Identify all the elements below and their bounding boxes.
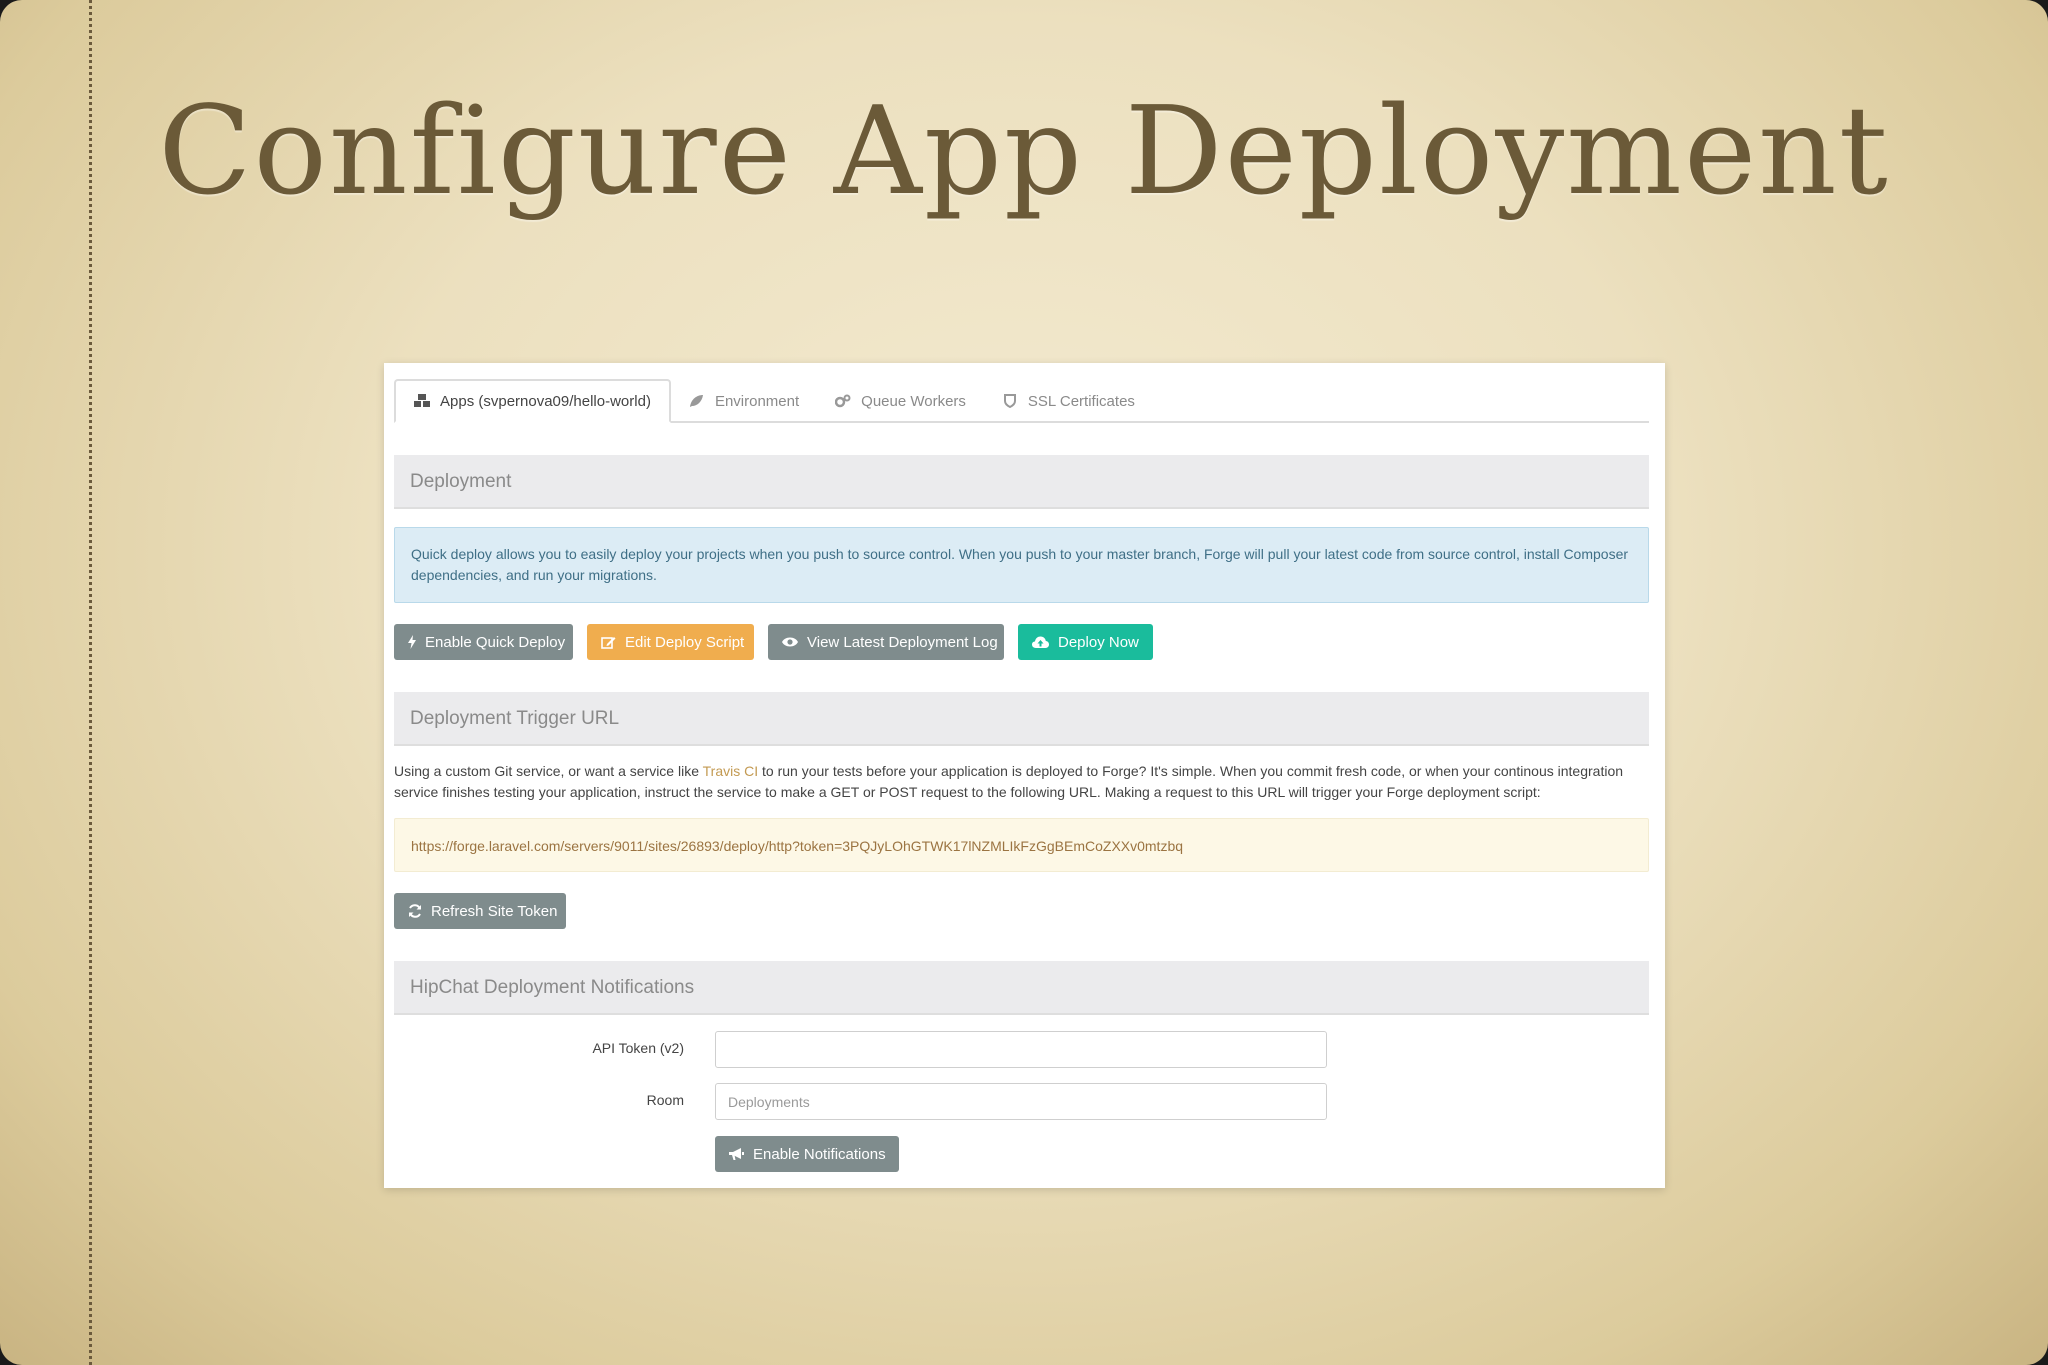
api-token-label: API Token (v2) — [592, 1040, 684, 1056]
tab-queue-workers[interactable]: Queue Workers — [817, 379, 984, 423]
trigger-url-heading: Deployment Trigger URL — [394, 692, 1649, 746]
api-token-input[interactable] — [715, 1031, 1327, 1068]
tab-ssl-certificates[interactable]: SSL Certificates — [984, 379, 1153, 423]
trigger-url-description: Using a custom Git service, or want a se… — [394, 763, 1624, 800]
tab-label: Environment — [714, 392, 800, 410]
cubes-icon — [414, 393, 430, 409]
hipchat-heading: HipChat Deployment Notifications — [394, 961, 1649, 1015]
enable-notifications-button[interactable]: Enable Notifications — [715, 1136, 899, 1172]
bullhorn-icon — [729, 1147, 744, 1160]
cloud-upload-icon — [1032, 636, 1049, 648]
travis-ci-link[interactable]: Travis CI — [703, 763, 758, 779]
deploy-now-button[interactable]: Deploy Now — [1018, 624, 1153, 660]
edit-icon — [601, 637, 616, 649]
slide-title: Configure App Deployment — [158, 80, 1890, 222]
refresh-icon — [409, 904, 421, 918]
tab-apps[interactable]: Apps (svpernova09/hello-world) — [394, 379, 671, 423]
room-label: Room — [646, 1092, 684, 1108]
deploy-trigger-url[interactable]: https://forge.laravel.com/servers/9011/s… — [394, 818, 1649, 872]
gears-icon — [835, 393, 851, 409]
slide-background: Configure App Deployment Apps (svpernova… — [0, 0, 2048, 1365]
tab-label: Apps (svpernova09/hello-world) — [440, 392, 651, 410]
room-input[interactable] — [715, 1083, 1327, 1120]
quick-deploy-info: Quick deploy allows you to easily deploy… — [394, 527, 1649, 603]
shield-icon — [1002, 393, 1018, 409]
edit-deploy-script-button[interactable]: Edit Deploy Script — [587, 624, 754, 660]
enable-quick-deploy-button[interactable]: Enable Quick Deploy — [394, 624, 573, 660]
leaf-icon — [689, 393, 705, 409]
eye-icon — [782, 637, 798, 647]
tab-label: Queue Workers — [861, 392, 966, 410]
tab-environment[interactable]: Environment — [671, 379, 817, 423]
deployment-heading: Deployment — [394, 455, 1649, 509]
view-latest-deployment-log-button[interactable]: View Latest Deployment Log — [768, 624, 1004, 660]
bolt-icon — [408, 635, 416, 649]
forge-site-panel: Apps (svpernova09/hello-world) Environme… — [384, 363, 1665, 1188]
tab-bar: Apps (svpernova09/hello-world) Environme… — [394, 379, 1649, 423]
tab-label: SSL Certificates — [1027, 392, 1135, 410]
refresh-site-token-button[interactable]: Refresh Site Token — [394, 893, 566, 929]
